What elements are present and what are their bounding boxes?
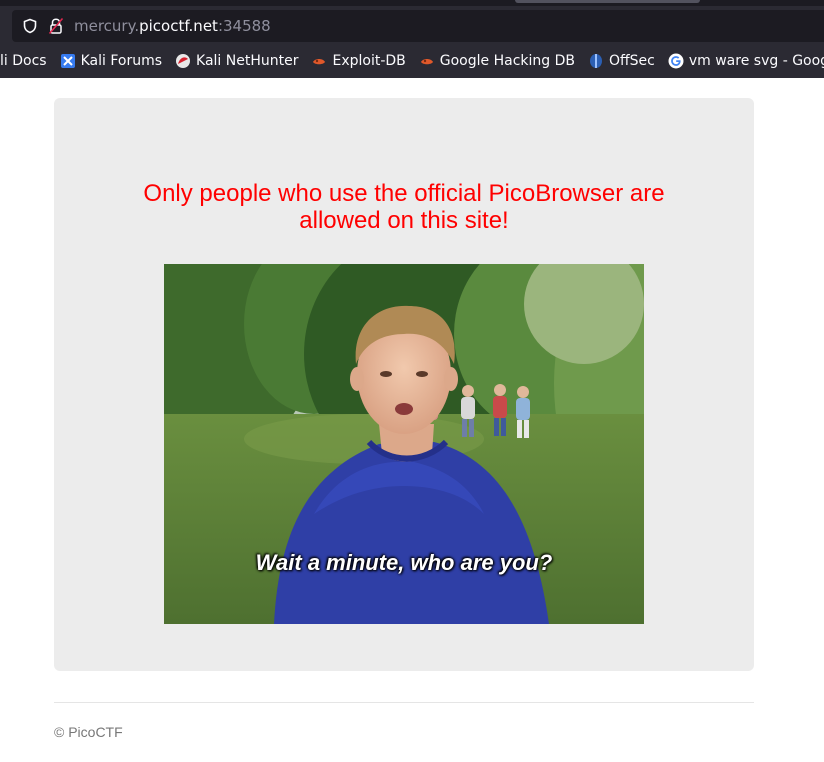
bookmark-kali-nethunter[interactable]: Kali NetHunter xyxy=(175,53,298,69)
footer-copyright: © PicoCTF xyxy=(54,724,123,740)
url-subdomain: mercury. xyxy=(74,17,140,35)
browser-toolbar: mercury.picoctf.net:34588 li Docs Kali F… xyxy=(0,0,824,78)
url-domain: picoctf.net xyxy=(139,17,218,35)
access-denied-message: Only people who use the official PicoBro… xyxy=(54,180,754,234)
bookmark-kali-docs[interactable]: li Docs xyxy=(0,53,47,69)
image-caption: Wait a minute, who are you? xyxy=(255,550,553,575)
bookmark-label: OffSec xyxy=(608,53,655,69)
bookmark-label: Kali Forums xyxy=(80,53,163,69)
tracking-protection-shield-icon[interactable] xyxy=(20,16,40,36)
kali-forums-icon xyxy=(60,53,76,69)
tab[interactable] xyxy=(515,0,700,3)
exploit-db-icon xyxy=(311,53,327,69)
bookmark-label: Google Hacking DB xyxy=(439,53,575,69)
bookmark-vmware-svg-google[interactable]: vm ware svg - Google … xyxy=(668,53,824,69)
address-bar[interactable]: mercury.picoctf.net:34588 xyxy=(12,10,824,42)
bookmark-google-hacking-db[interactable]: Google Hacking DB xyxy=(419,53,575,69)
bookmark-label: vm ware svg - Google … xyxy=(688,53,824,69)
bookmarks-toolbar: li Docs Kali Forums Kali NetHunter Explo… xyxy=(0,46,824,76)
tab-strip xyxy=(0,0,824,6)
bookmark-exploit-db[interactable]: Exploit-DB xyxy=(311,53,406,69)
bookmark-label: li Docs xyxy=(0,53,47,69)
bookmark-label: Exploit-DB xyxy=(332,53,406,69)
kali-nethunter-icon xyxy=(175,53,191,69)
bookmark-kali-forums[interactable]: Kali Forums xyxy=(60,53,162,69)
message-line-1: Only people who use the official PicoBro… xyxy=(143,180,665,207)
google-icon xyxy=(668,53,684,69)
insecure-lock-icon[interactable] xyxy=(46,16,66,36)
bookmark-offsec[interactable]: OffSec xyxy=(588,53,655,69)
footer-divider xyxy=(54,702,754,703)
bookmark-label: Kali NetHunter xyxy=(196,53,299,69)
offsec-icon xyxy=(588,53,604,69)
url-port: :34588 xyxy=(217,17,271,35)
message-line-2: allowed on this site! xyxy=(299,207,509,234)
google-hacking-db-icon xyxy=(419,53,435,69)
url-text[interactable]: mercury.picoctf.net:34588 xyxy=(74,17,271,35)
